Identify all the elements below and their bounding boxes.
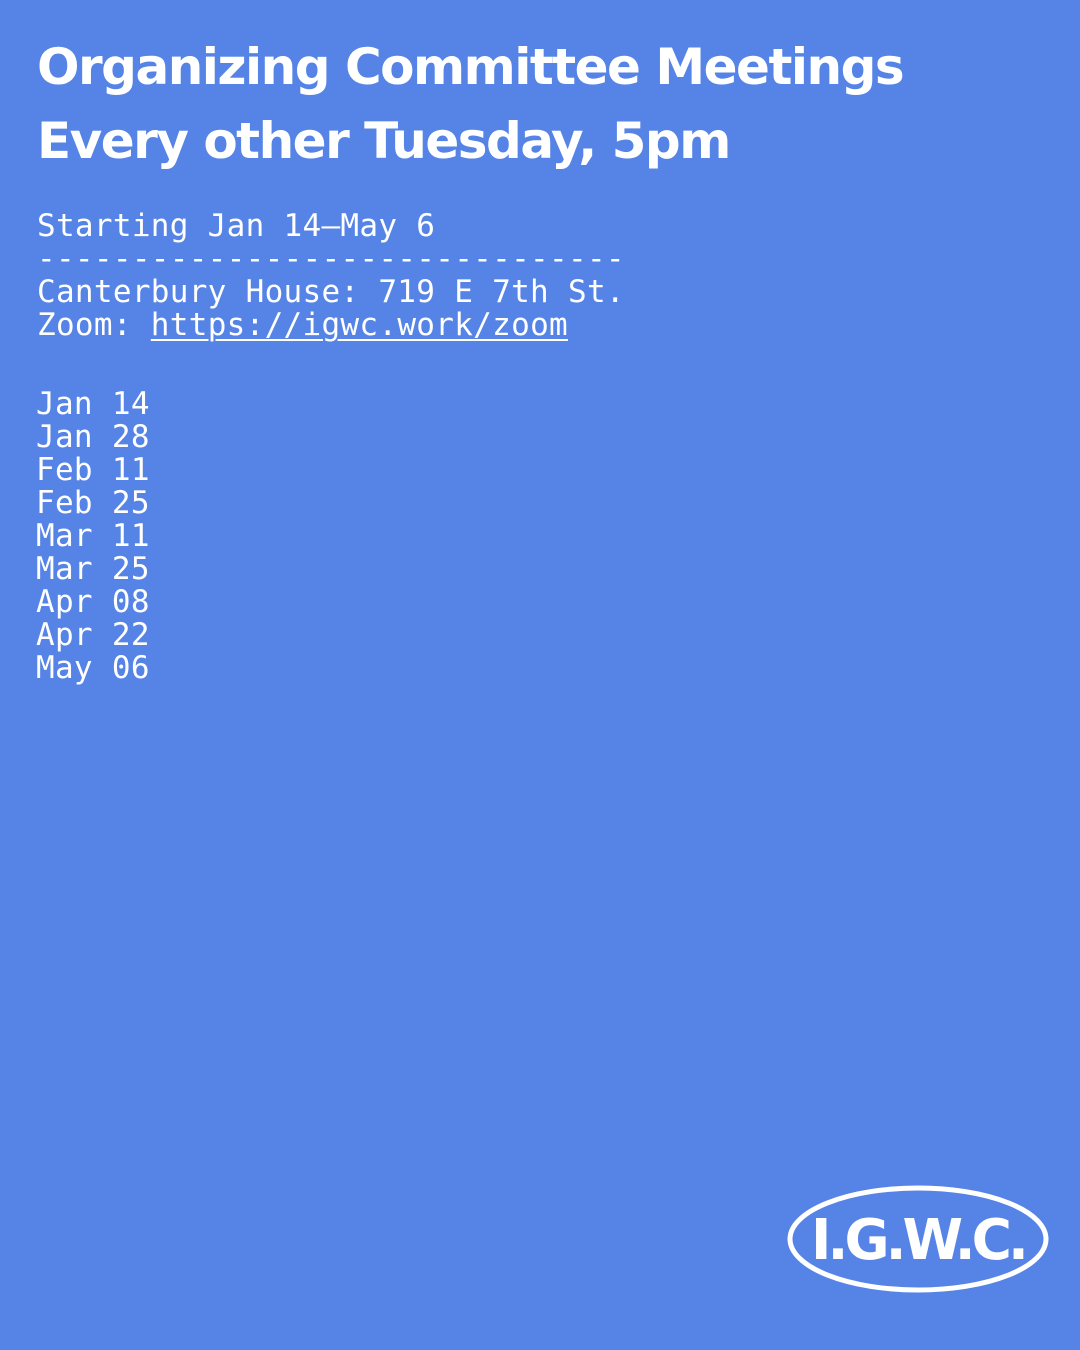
divider: ------------------------------- [37,241,625,277]
list-item: Mar 11 [36,518,150,554]
page-title: Organizing Committee Meetings Every othe… [37,30,905,178]
poster: Organizing Committee Meetings Every othe… [0,0,1080,1350]
list-item: Feb 11 [36,452,150,488]
list-item: Mar 25 [36,551,150,587]
zoom-link[interactable]: https://igwc.work/zoom [151,307,568,343]
zoom-label: Zoom: [37,307,151,343]
logo-text: I.G.W.C. [811,1208,1025,1273]
date-range: Starting Jan 14–May 6 [37,208,436,244]
igwc-logo: I.G.W.C. [787,1185,1049,1293]
list-item: Jan 28 [36,419,150,455]
meeting-dates-list: Jan 14 Jan 28 Feb 11 Feb 25 Mar 11 Mar 2… [36,388,150,685]
list-item: Jan 14 [36,386,150,422]
title-line-2: Every other Tuesday, 5pm [37,112,731,170]
list-item: Feb 25 [36,485,150,521]
list-item: Apr 08 [36,584,150,620]
title-line-1: Organizing Committee Meetings [37,38,905,96]
location: Canterbury House: 719 E 7th St. [37,274,625,310]
list-item: May 06 [36,650,150,686]
meeting-info: Starting Jan 14–May 6 ------------------… [37,210,625,342]
zoom-line: Zoom: https://igwc.work/zoom [37,309,625,342]
list-item: Apr 22 [36,617,150,653]
